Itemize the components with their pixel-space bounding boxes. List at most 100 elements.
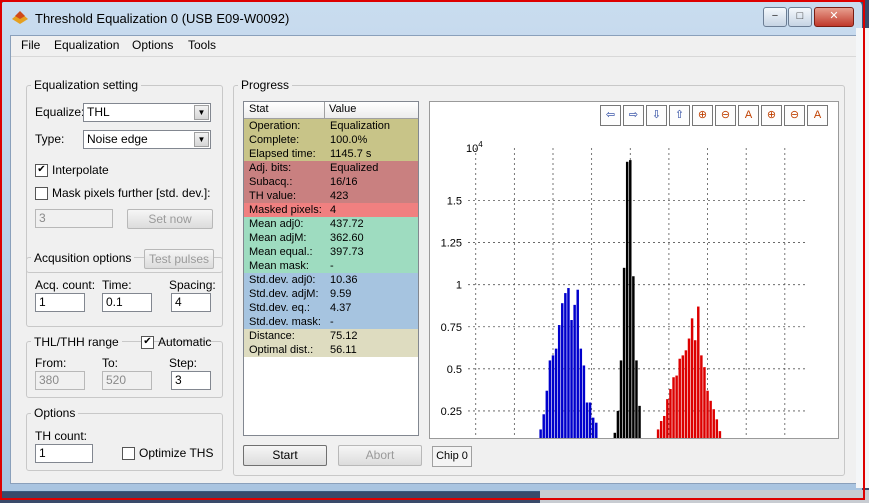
stat-name: Mean mask: — [249, 260, 309, 272]
col-stat-header[interactable]: Stat — [249, 103, 269, 115]
automatic-checkbox[interactable]: ✔ — [141, 336, 154, 349]
stat-name: Optimal dist.: — [249, 344, 314, 356]
stat-name: Mean adjM: — [249, 232, 307, 244]
stat-name: Std.dev. adjM: — [249, 288, 319, 300]
menu-bar: File Equalization Options Tools — [11, 36, 856, 57]
table-row[interactable]: Std.dev. adj0: 10.36 — [244, 273, 418, 287]
from-input[interactable]: 380 — [35, 371, 85, 390]
mask-pixels-checkbox[interactable] — [35, 187, 48, 200]
abort-button[interactable]: Abort — [338, 445, 422, 466]
histogram-bar — [656, 429, 660, 438]
histogram-bar — [622, 267, 626, 438]
table-row[interactable]: TH value: 423 — [244, 189, 418, 203]
table-row[interactable]: Elapsed time: 1145.7 s — [244, 147, 418, 161]
histogram-bar — [557, 325, 561, 438]
stat-value: 397.73 — [330, 246, 364, 258]
spacing-input[interactable]: 4 — [171, 293, 211, 312]
table-row[interactable]: Operation: Equalization — [244, 119, 418, 133]
chevron-down-icon[interactable]: ▼ — [194, 132, 209, 147]
table-row[interactable]: Adj. bits: Equalized — [244, 161, 418, 175]
table-row[interactable]: Distance: 75.12 — [244, 329, 418, 343]
histogram-bar — [591, 417, 595, 438]
table-row[interactable]: Mean adj0: 437.72 — [244, 217, 418, 231]
menu-file[interactable]: File — [21, 38, 40, 52]
stat-value: 75.12 — [330, 330, 358, 342]
equalization-setting-title: Equalization setting — [31, 78, 142, 92]
optimize-ths-label: Optimize THS — [139, 446, 214, 460]
col-value-header[interactable]: Value — [329, 103, 356, 115]
table-row[interactable]: Mean adjM: 362.60 — [244, 231, 418, 245]
histogram-bar — [573, 304, 576, 438]
histogram-bar — [579, 348, 583, 438]
equalize-select[interactable]: THL ▼ — [83, 103, 211, 122]
table-row[interactable]: Subacq.: 16/16 — [244, 175, 418, 189]
minimize-button[interactable]: − — [763, 7, 787, 27]
stat-value: Equalization — [330, 120, 390, 132]
histogram-bar — [718, 431, 722, 438]
stat-value: 437.72 — [330, 218, 364, 230]
automatic-label: Automatic — [158, 335, 212, 349]
histogram-bar — [576, 289, 579, 438]
stat-name: Std.dev. mask: — [249, 316, 321, 328]
y-exponent-label: 104 — [466, 140, 483, 155]
menu-equalization[interactable]: Equalization — [54, 38, 119, 52]
histogram-bar — [564, 293, 567, 438]
table-row[interactable]: Std.dev. adjM: 9.59 — [244, 287, 418, 301]
acq-count-input[interactable]: 1 — [35, 293, 85, 312]
start-button[interactable]: Start — [243, 445, 327, 466]
mask-stddev-input[interactable]: 3 — [35, 209, 113, 228]
column-divider[interactable] — [324, 102, 325, 118]
histogram-bar — [539, 429, 542, 438]
set-now-button[interactable]: Set now — [127, 209, 213, 229]
table-row[interactable]: Mean mask: - — [244, 259, 418, 273]
histogram-bar — [700, 355, 703, 438]
chevron-down-icon[interactable]: ▼ — [194, 105, 209, 120]
histogram-bar — [703, 367, 706, 438]
type-label: Type: — [35, 132, 65, 146]
stat-name: Complete: — [249, 134, 300, 146]
app-icon — [12, 11, 28, 24]
stat-name: Std.dev. eq.: — [249, 302, 310, 314]
histogram-bar — [681, 355, 685, 438]
table-row[interactable]: Optimal dist.: 56.11 — [244, 343, 418, 357]
stat-name: Adj. bits: — [249, 162, 292, 174]
table-row[interactable]: Masked pixels: 4 — [244, 203, 418, 217]
time-label: Time: — [102, 278, 132, 292]
window-title: Threshold Equalization 0 (USB E09-W0092) — [35, 11, 290, 26]
menu-tools[interactable]: Tools — [188, 38, 216, 52]
table-row[interactable]: Mean equal.: 397.73 — [244, 245, 418, 259]
step-input[interactable]: 3 — [171, 371, 211, 390]
equalize-label: Equalize: — [35, 105, 85, 119]
menu-options[interactable]: Options — [132, 38, 173, 52]
optimize-ths-checkbox[interactable] — [122, 447, 135, 460]
title-bar[interactable]: Threshold Equalization 0 (USB E09-W0092)… — [1, 1, 862, 35]
maximize-button[interactable]: □ — [788, 7, 812, 27]
from-label: From: — [35, 356, 67, 370]
histogram-bar — [659, 421, 663, 438]
interpolate-label: Interpolate — [52, 163, 109, 177]
type-select[interactable]: Noise edge ▼ — [83, 130, 211, 149]
to-input[interactable]: 520 — [102, 371, 152, 390]
table-row[interactable]: Std.dev. mask: - — [244, 315, 418, 329]
equalize-value: THL — [87, 105, 110, 119]
close-button[interactable]: ✕ — [814, 7, 854, 27]
histogram-bar — [672, 377, 675, 438]
acq-count-label: Acq. count: — [35, 278, 96, 292]
histogram-bar — [588, 402, 592, 438]
histogram-bar — [690, 318, 694, 438]
table-row[interactable]: Std.dev. eq.: 4.37 — [244, 301, 418, 315]
histogram-plot: ⇦⇨⇩⇧⊕⊖A⊕⊖A 104 00.250.50.7511.251.530032… — [429, 101, 839, 439]
histogram-bar — [585, 402, 589, 438]
histogram-bar — [666, 399, 669, 438]
histogram-bar — [595, 422, 598, 438]
th-count-label: TH count: — [35, 429, 88, 443]
interpolate-checkbox[interactable]: ✔ — [35, 164, 48, 177]
test-pulses-button[interactable]: Test pulses — [144, 249, 214, 269]
th-count-input[interactable]: 1 — [35, 444, 93, 463]
stat-value: Equalized — [330, 162, 379, 174]
stat-value: 56.11 — [330, 344, 357, 356]
table-row[interactable]: Complete: 100.0% — [244, 133, 418, 147]
time-input[interactable]: 0.1 — [102, 293, 152, 312]
histogram-bar — [561, 303, 564, 438]
histogram-chart: 104 00.250.50.7511.251.53003253503754004… — [441, 140, 808, 438]
